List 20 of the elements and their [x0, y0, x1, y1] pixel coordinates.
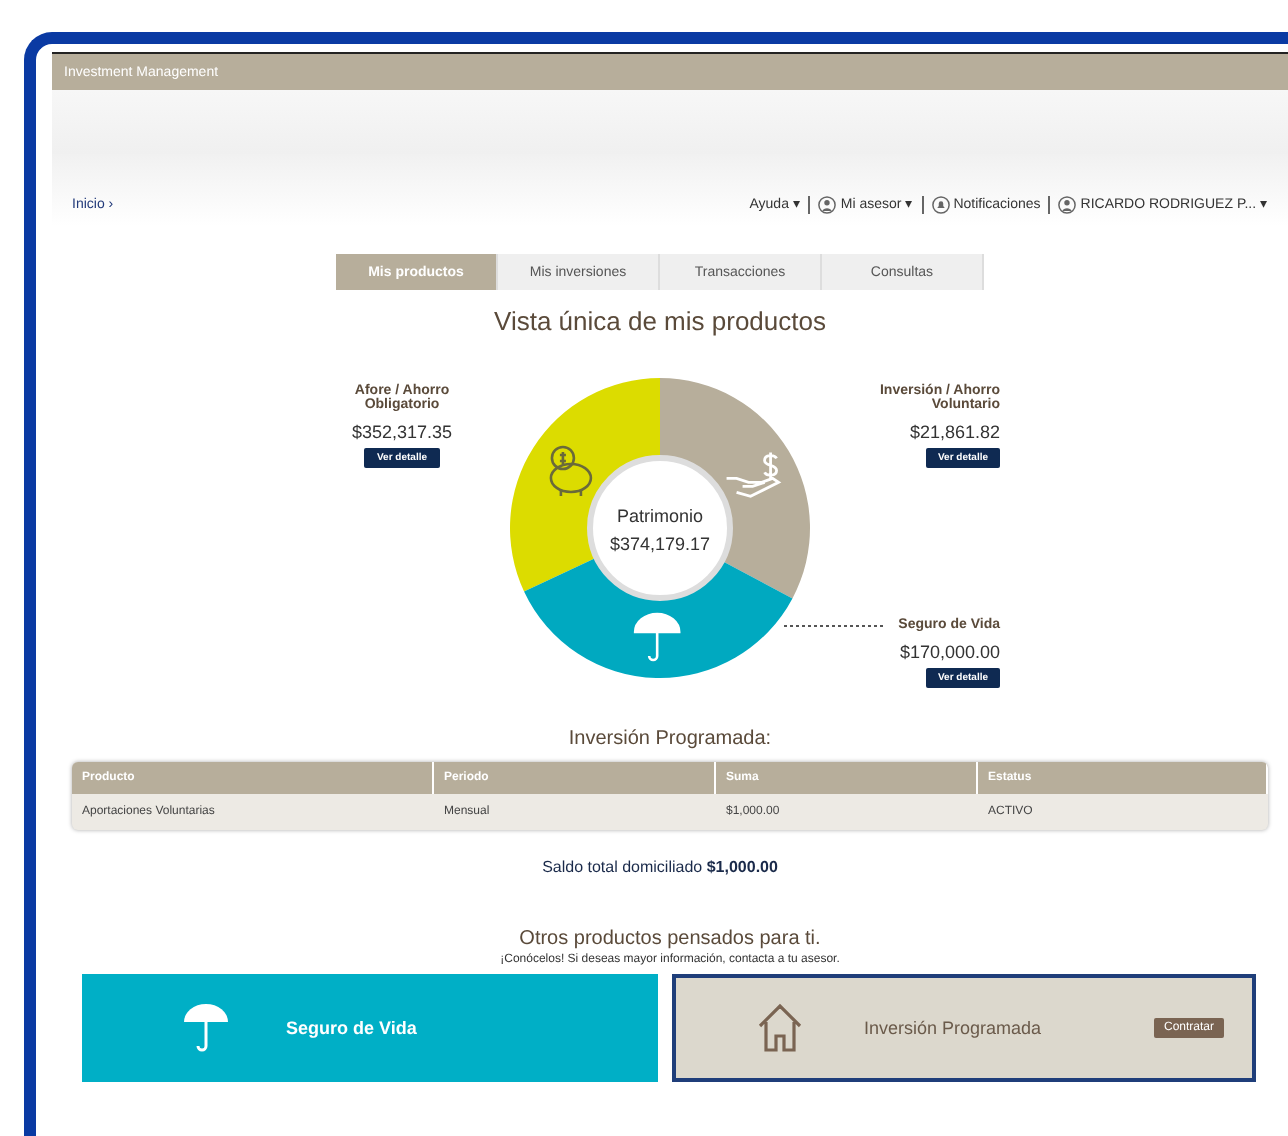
section-title: Otros productos pensados para ti. — [517, 928, 823, 950]
umbrella-icon — [182, 1002, 230, 1054]
house-icon — [756, 1002, 804, 1054]
total-balance-text: Saldo total domiciliado $1,000.00 — [540, 858, 780, 876]
donut-center-amount: $374,179.17 — [609, 534, 711, 554]
product-amount: $21,861.82 — [909, 422, 1000, 442]
product-amount: $170,000.00 — [899, 642, 1000, 662]
piggy-bank-icon — [549, 445, 593, 498]
leader-line — [784, 624, 884, 628]
section-title: Vista única de mis productos — [492, 306, 828, 336]
section-title: Inversión Programada: — [566, 728, 774, 750]
person-icon — [1058, 195, 1077, 213]
umbrella-icon — [633, 612, 681, 662]
card-title: Inversión Programada — [864, 1018, 1042, 1038]
donut-center-label: Patrimonio — [616, 506, 704, 526]
hand-money-icon — [725, 451, 782, 498]
product-amount: $352,317.35 — [351, 422, 453, 442]
notification-icon — [931, 195, 950, 213]
person-icon — [818, 195, 837, 213]
card-title: Seguro de Vida — [286, 1018, 417, 1038]
